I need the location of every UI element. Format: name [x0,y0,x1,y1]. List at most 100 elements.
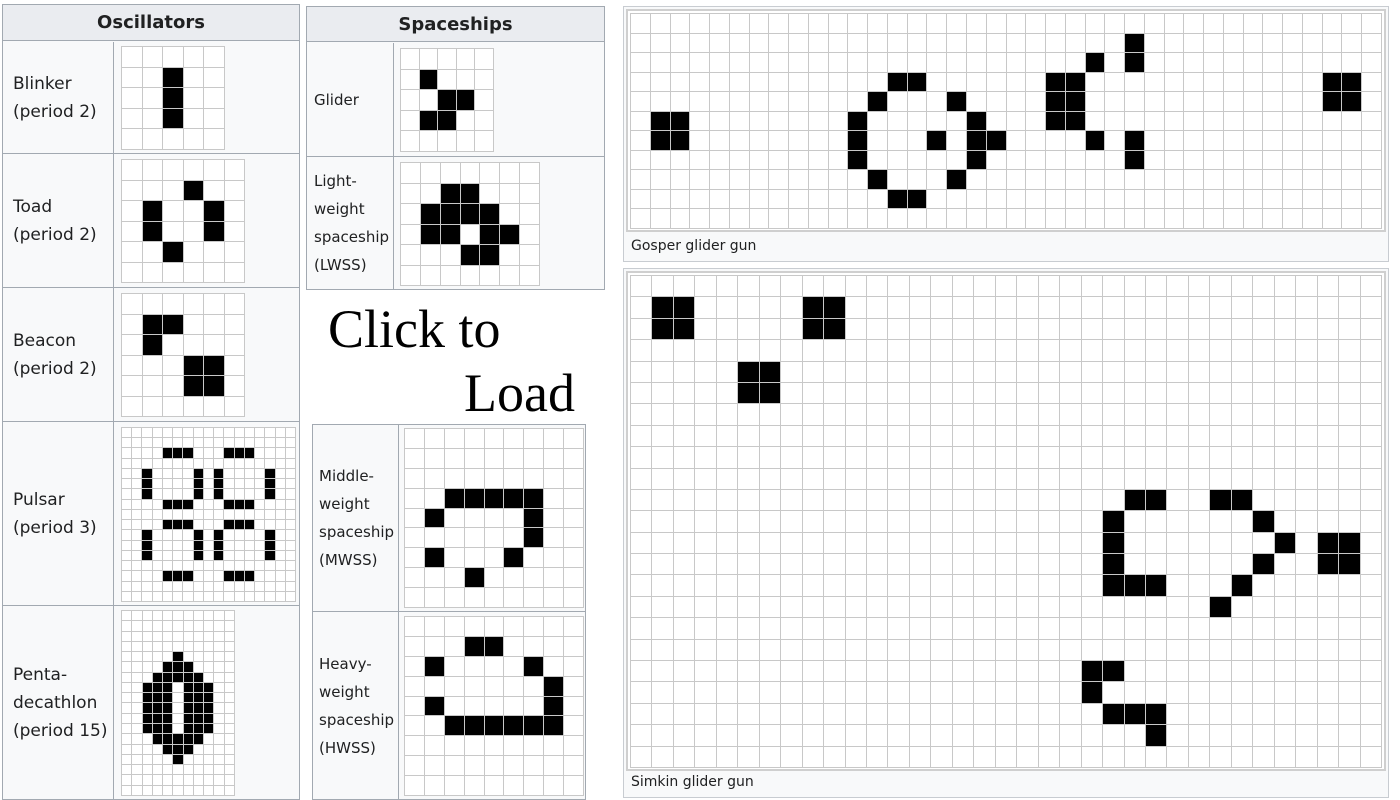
dead-cell [163,47,184,68]
dead-cell [122,262,143,283]
dead-cell [749,72,770,93]
dead-cell [484,588,505,608]
dead-cell [1283,33,1303,54]
oscillator-label-pentadecathlon: Penta-decathlon (period 15) [13,665,108,741]
dead-cell [424,676,445,697]
live-cell [193,724,205,735]
dead-cell [759,276,782,298]
dead-cell [183,754,194,766]
live-cell [524,528,545,549]
dead-cell [1060,661,1082,683]
dead-cell [986,189,1007,210]
dead-cell [1038,554,1061,576]
live-cell [544,696,565,717]
live-cell [824,297,846,319]
dead-cell [142,775,153,786]
dead-cell [464,696,485,717]
dead-cell [224,561,235,572]
dead-cell [868,72,888,93]
dead-cell [163,262,184,283]
live-cell [183,376,204,397]
dead-cell [824,596,846,619]
dead-cell [673,382,696,405]
dead-cell [738,703,760,726]
dead-cell [995,382,1018,405]
dead-cell [1283,209,1303,229]
click-to-load-line2[interactable]: Load [464,362,575,424]
dead-cell [401,110,420,132]
dead-cell [1231,340,1254,362]
dead-cell [265,571,276,582]
dead-cell [1060,361,1082,383]
dead-cell [424,468,445,489]
dead-cell [710,209,730,229]
dead-cell [995,575,1018,597]
dead-cell [132,509,143,521]
dead-cell [759,404,782,426]
dead-cell [1103,276,1125,298]
dead-cell [738,447,760,469]
dead-cell [1167,682,1189,704]
dead-cell [947,209,967,229]
dead-cell [652,596,674,619]
dead-cell [1164,53,1185,73]
dead-cell [848,209,869,229]
dead-cell [234,561,245,572]
dead-cell [966,33,987,54]
dead-cell [244,581,256,592]
dead-cell [401,224,421,245]
dead-cell [1167,554,1189,576]
dead-cell [848,170,869,190]
dead-cell [1274,575,1297,597]
dead-cell [1253,489,1275,512]
dead-cell [931,661,953,683]
dead-cell [887,170,908,190]
dead-cell [504,448,525,469]
dead-cell [789,33,809,54]
dead-cell [183,611,194,622]
click-to-load-overlay[interactable]: Click to Load [302,290,620,424]
dead-cell [214,775,225,786]
dead-cell [710,189,730,210]
dead-cell [1105,111,1126,132]
dead-cell [1360,596,1382,619]
dead-cell [122,530,133,541]
dead-cell [405,588,425,608]
dead-cell [1274,618,1297,640]
dead-cell [631,746,653,768]
dead-cell [828,33,849,54]
dead-cell [1362,14,1382,34]
dead-cell [781,725,803,747]
dead-cell [1274,404,1297,426]
live-cell [1124,575,1146,597]
dead-cell [524,636,545,657]
dead-cell [1124,447,1146,469]
dead-cell [163,221,184,242]
dead-cell [848,72,869,93]
live-cell [142,489,153,500]
dead-cell [183,242,204,263]
dead-cell [824,468,846,490]
dead-cell [802,361,825,383]
dead-cell [405,528,425,549]
dead-cell [845,425,868,448]
dead-cell [1231,318,1254,341]
dead-cell [695,682,717,704]
dead-cell [1188,746,1211,768]
live-cell [802,297,825,319]
click-to-load-line1[interactable]: Click to [328,298,501,360]
dead-cell [759,618,782,640]
dead-cell [802,554,825,576]
dead-cell [1339,661,1361,683]
dead-cell [947,150,967,171]
live-cell [1339,554,1361,576]
dead-cell [564,568,584,589]
dead-cell [234,581,245,592]
dead-cell [931,511,953,533]
dead-cell [828,170,849,190]
dead-cell [729,14,750,34]
dead-cell [255,530,266,541]
live-cell [265,489,276,500]
dead-cell [275,571,286,582]
dead-cell [504,736,525,757]
